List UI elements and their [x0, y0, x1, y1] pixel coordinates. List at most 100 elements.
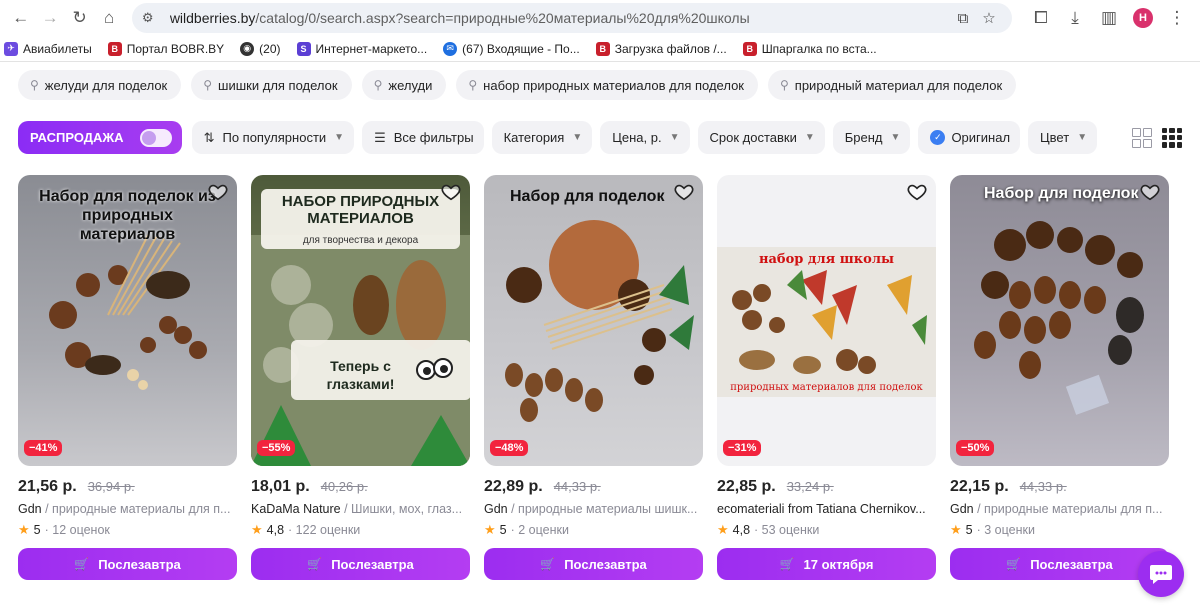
site-settings-icon[interactable]: ⚙	[142, 10, 162, 26]
add-to-cart-button[interactable]: 🛒 Послезавтра	[950, 548, 1169, 580]
favorite-heart-icon[interactable]	[673, 181, 695, 203]
suggestion-chip[interactable]: ⚲ желуди	[361, 70, 447, 100]
product-desc: / природные материалы для п...	[973, 502, 1163, 516]
extensions-icon[interactable]: ⧠	[1024, 3, 1058, 33]
bookmark-item[interactable]: B Шпаргалка по вста...	[742, 41, 877, 56]
favorite-heart-icon[interactable]	[1139, 181, 1161, 203]
add-to-cart-button[interactable]: 🛒 Послезавтра	[251, 548, 470, 580]
all-filters-button[interactable]: ☰ Все фильтры	[362, 121, 484, 154]
review-count[interactable]: · 2 оценки	[511, 523, 569, 537]
chevron-down-icon: ▼	[669, 132, 680, 143]
review-count[interactable]: · 53 оценки	[754, 523, 819, 537]
product-rating: ★ 5 · 2 оценки	[484, 522, 703, 538]
chevron-down-icon: ▼	[890, 132, 901, 143]
install-app-icon[interactable]: ⧉	[950, 10, 976, 27]
profile-avatar[interactable]: Н	[1126, 3, 1160, 33]
product-grid: Набор для поделок из природных материало…	[18, 175, 1169, 580]
product-image-caption: Набор для поделок из природных материало…	[39, 188, 216, 243]
suggestion-chip[interactable]: ⚲ желуди для поделок	[18, 70, 182, 100]
product-image-caption: набор для школы	[758, 252, 895, 267]
address-bar[interactable]: ⚙ wildberries.by/catalog/0/search.aspx?s…	[131, 3, 1012, 33]
bookmark-item[interactable]: B Загрузка файлов /...	[595, 41, 727, 56]
discount-badge: −55%	[257, 440, 296, 456]
price-dropdown[interactable]: Цена, р. ▼	[600, 121, 690, 154]
suggestion-chip[interactable]: ⚲ шишки для поделок	[191, 70, 352, 100]
review-count[interactable]: · 12 оценок	[45, 523, 110, 537]
product-card[interactable]: Набор для поделок −50% 22,15 р. 44,33 р. …	[950, 175, 1169, 580]
review-count[interactable]: · 3 оценки	[977, 523, 1035, 537]
product-image[interactable]: Набор для поделок −48%	[484, 175, 703, 466]
forward-icon[interactable]: →	[35, 3, 64, 33]
delivery-dropdown[interactable]: Срок доставки ▼	[697, 121, 825, 154]
back-icon[interactable]: ←	[6, 3, 35, 33]
product-image[interactable]: Набор для поделок из природных материало…	[18, 175, 237, 466]
cart-icon: 🛒	[307, 557, 323, 571]
bookmark-item[interactable]: S Интернет-маркето...	[296, 41, 427, 56]
suggestion-chip[interactable]: ⚲ природный материал для поделок	[767, 70, 1017, 100]
bookmark-label: (67) Входящие - По...	[462, 41, 580, 56]
all-filters-label: Все фильтры	[393, 130, 474, 145]
product-price: 22,15 р.	[950, 478, 1009, 495]
chat-support-button[interactable]	[1138, 551, 1184, 597]
chevron-down-icon: ▼	[334, 132, 345, 143]
product-title[interactable]: Gdn / природные материалы шишк...	[484, 502, 703, 516]
reload-icon[interactable]: ↻	[65, 3, 94, 33]
product-card[interactable]: Набор для поделок из природных материало…	[18, 175, 237, 580]
product-title[interactable]: ecomateriali from Tatiana Chernikov...	[717, 502, 936, 516]
suggestion-chip[interactable]: ⚲ набор природных материалов для поделок	[456, 70, 758, 100]
product-title[interactable]: Gdn / природные материалы для п...	[18, 502, 237, 516]
product-card[interactable]: набор для школы природных материалов для…	[717, 175, 936, 580]
bookmark-favicon-icon: B	[595, 41, 610, 56]
product-brand: Gdn	[18, 502, 42, 516]
add-to-cart-button[interactable]: 🛒 17 октября	[717, 548, 936, 580]
sort-dropdown[interactable]: ⇅ По популярности ▼	[191, 121, 355, 154]
product-card[interactable]: Набор для поделок −48% 22,89 р. 44,33 р. …	[484, 175, 703, 580]
bookmark-item[interactable]: B Портал BOBR.BY	[107, 41, 224, 56]
product-old-price: 36,94 р.	[87, 479, 135, 494]
bookmark-item[interactable]: ✈ Авиабилеты	[4, 41, 92, 56]
product-brand: ecomateriali from Tatiana Chernikov...	[717, 502, 926, 516]
favorite-heart-icon[interactable]	[207, 181, 229, 203]
star-icon: ★	[950, 522, 962, 537]
downloads-icon[interactable]: ⤓	[1058, 3, 1092, 33]
home-icon[interactable]: ⌂	[94, 3, 123, 33]
product-image[interactable]: набор для школы природных материалов для…	[717, 175, 936, 466]
add-to-cart-button[interactable]: 🛒 Послезавтра	[18, 548, 237, 580]
star-icon: ★	[717, 522, 729, 537]
product-card[interactable]: НАБОР ПРИРОДНЫХ МАТЕРИАЛОВ для творчеств…	[251, 175, 470, 580]
bookmark-item[interactable]: ✉ (67) Входящие - По...	[443, 41, 580, 56]
sort-icon: ⇅	[203, 129, 215, 145]
side-panel-icon[interactable]: ▥	[1092, 3, 1126, 33]
sale-toggle-button[interactable]: РАСПРОДАЖА	[18, 121, 182, 154]
product-old-price: 40,26 р.	[320, 479, 368, 494]
original-filter-button[interactable]: ✓ Оригинал	[918, 121, 1021, 154]
sale-switch[interactable]	[139, 128, 172, 147]
color-dropdown[interactable]: Цвет ▼	[1028, 121, 1098, 154]
product-title[interactable]: Gdn / природные материалы для п...	[950, 502, 1169, 516]
small-grid-view-icon[interactable]	[1162, 127, 1182, 148]
review-count[interactable]: · 122 оценки	[288, 523, 360, 537]
favorite-heart-icon[interactable]	[906, 181, 928, 203]
cart-icon: 🛒	[779, 557, 795, 571]
profile-initial: Н	[1132, 8, 1153, 28]
url-text[interactable]: wildberries.by/catalog/0/search.aspx?sea…	[170, 10, 950, 26]
bookmark-star-icon[interactable]: ☆	[976, 9, 1002, 27]
filter-sliders-icon: ☰	[374, 129, 386, 145]
product-image[interactable]: НАБОР ПРИРОДНЫХ МАТЕРИАЛОВ для творчеств…	[251, 175, 470, 466]
chevron-down-icon: ▼	[1077, 132, 1088, 143]
product-image[interactable]: Набор для поделок −50%	[950, 175, 1169, 466]
menu-icon[interactable]: ⋮	[1160, 3, 1194, 33]
rating-value: 5	[499, 523, 507, 537]
favorite-heart-icon[interactable]	[440, 181, 462, 203]
category-dropdown[interactable]: Категория ▼	[491, 121, 593, 154]
brand-dropdown[interactable]: Бренд ▼	[832, 121, 911, 154]
delivery-date-label: Послезавтра	[1030, 556, 1113, 572]
bookmark-favicon-icon: B	[742, 41, 757, 56]
add-to-cart-button[interactable]: 🛒 Послезавтра	[484, 548, 703, 580]
search-icon: ⚲	[203, 78, 213, 92]
rating-value: 4,8	[266, 523, 285, 537]
product-title[interactable]: KaDaMa Nature / Шишки, мох, глаз...	[251, 502, 470, 516]
product-photo-illustration	[717, 247, 936, 397]
bookmark-item[interactable]: ◉ (20)	[240, 41, 281, 56]
large-grid-view-icon[interactable]	[1132, 127, 1152, 148]
